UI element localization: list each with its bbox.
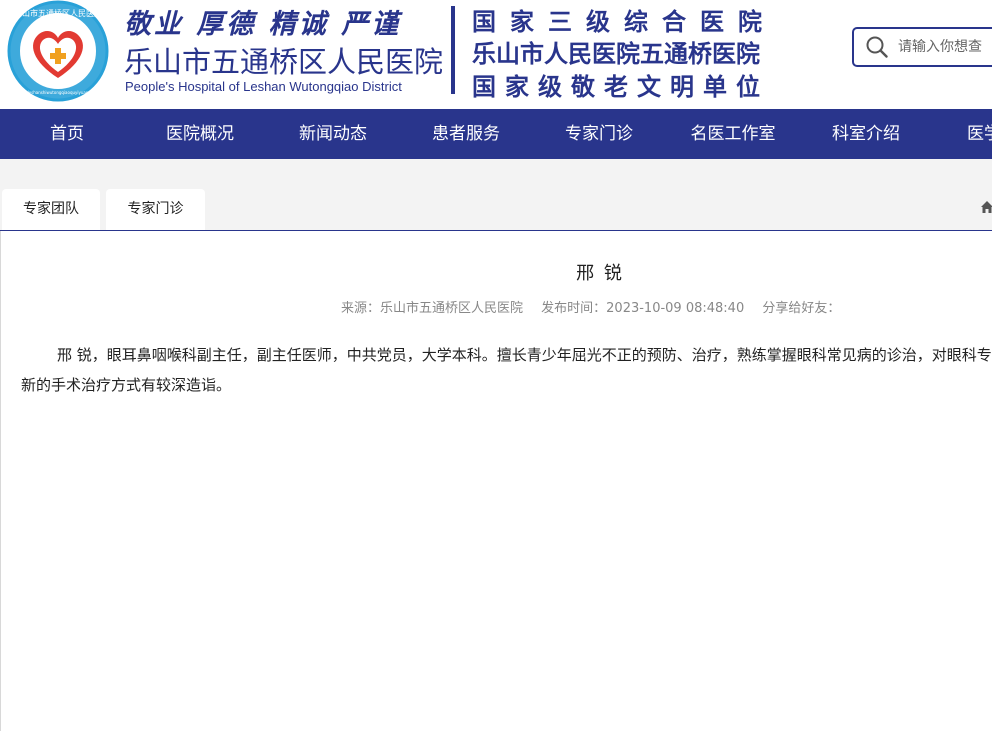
logo-ring-text: 乐山市五通桥区人民医院 xyxy=(14,8,102,18)
article-paragraph: 邢 锐，眼耳鼻咽喉科副主任，副主任医师，中共党员，大学本科。擅长青少年屈光不正的… xyxy=(21,346,992,394)
main-nav: 首页 医院概况 新闻动态 患者服务 专家门诊 名医工作室 科室介绍 医学 xyxy=(0,109,992,159)
nav-item-news[interactable]: 新闻动态 xyxy=(299,109,367,159)
article-body: 邢 锐，眼耳鼻咽喉科副主任，副主任医师，中共党员，大学本科。擅长青少年屈光不正的… xyxy=(21,340,992,400)
nav-item-departments[interactable]: 科室介绍 xyxy=(832,109,900,159)
tab-bar: 专家团队 专家门诊 xyxy=(0,189,992,230)
article-title: 邢 锐 xyxy=(576,263,624,284)
search-icon[interactable] xyxy=(866,36,888,58)
content-top-band xyxy=(0,159,992,189)
title-affiliation: 乐山市人民医院五通桥医院 xyxy=(472,39,760,68)
article-publish-time: 发布时间：2023-10-09 08:48:40 xyxy=(541,301,745,316)
title-national-grade: 国家三级综合医院 xyxy=(472,7,776,36)
hospital-motto: 敬业 厚德 精诚 严谨 xyxy=(124,9,402,40)
nav-item-hospital-overview[interactable]: 医院概况 xyxy=(166,109,234,159)
nav-item-expert-clinic[interactable]: 专家门诊 xyxy=(565,109,633,159)
article-source: 来源：乐山市五通桥区人民医院 xyxy=(341,301,524,316)
hospital-name-en: People's Hospital of Leshan Wutongqiao D… xyxy=(125,79,402,94)
title-honor: 国家级敬老文明单位 xyxy=(472,72,769,101)
share-label[interactable]: 分享给好友： xyxy=(762,301,840,316)
hospital-name-cn: 乐山市五通桥区人民医院 xyxy=(124,45,444,79)
search-input[interactable] xyxy=(898,39,992,55)
site-header: 乐山市五通桥区人民医院 leshanshiwutongqiaoquyiyuan … xyxy=(0,0,992,109)
tab-expert-clinic[interactable]: 专家门诊 xyxy=(106,189,205,230)
nav-item-famous-doctor-studio[interactable]: 名医工作室 xyxy=(691,109,776,159)
nav-item-patient-services[interactable]: 患者服务 xyxy=(432,109,500,159)
hospital-logo[interactable]: 乐山市五通桥区人民医院 leshanshiwutongqiaoquyiyuan xyxy=(5,0,111,103)
search-box[interactable] xyxy=(852,27,992,67)
header-divider xyxy=(451,6,455,94)
tab-expert-team[interactable]: 专家团队 xyxy=(2,189,100,230)
home-icon[interactable] xyxy=(980,200,992,214)
nav-item-home[interactable]: 首页 xyxy=(50,109,84,159)
article-meta: 来源：乐山市五通桥区人民医院 发布时间：2023-10-09 08:48:40 … xyxy=(341,297,854,316)
nav-item-medical[interactable]: 医学 xyxy=(967,109,992,159)
logo-ring-text-small: leshanshiwutongqiaoquyiyuan xyxy=(28,90,89,95)
